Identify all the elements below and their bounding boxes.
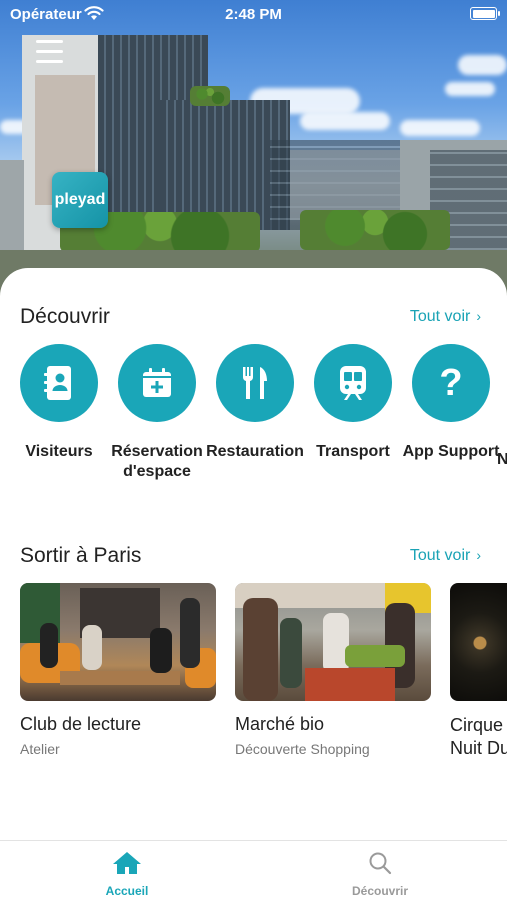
event-title: Marché bio [235,714,325,734]
category-restaurant[interactable]: Restauration [206,344,304,462]
discover-title: Découvrir [20,305,110,328]
event-subtitle: Découverte Shopping [235,741,370,757]
event-title: Cirque Nuit Du [450,715,507,758]
status-bar: Opérateur 2:48 PM [0,0,507,30]
event-subtitle: Atelier [20,741,60,757]
tab-discover[interactable]: Découvrir [320,851,440,898]
battery-icon [470,7,500,20]
category-space-booking[interactable]: Réservation d'espace [108,344,206,482]
event-photo [235,583,431,701]
event-card[interactable]: Club de lecture Atelier [20,583,216,757]
category-label: N [497,451,507,468]
category-transport[interactable]: Transport [304,344,402,462]
outings-see-all-link[interactable]: Tout voir › [410,547,481,565]
category-more[interactable]: N [497,344,507,470]
category-app-support[interactable]: ? App Support [402,344,500,462]
event-photo [450,583,507,701]
search-icon [320,851,440,880]
fork-knife-icon [216,344,294,422]
discover-see-all-link[interactable]: Tout voir › [410,308,481,326]
menu-icon[interactable] [36,40,63,64]
tab-label: Découvrir [351,884,409,898]
event-card[interactable]: Marché bio Découverte Shopping [235,583,431,757]
hero-image [0,0,507,300]
home-icon [67,851,187,880]
category-label: Réservation d'espace [111,443,203,480]
pleyad-logo: pleyad [52,172,108,228]
calendar-plus-icon [118,344,196,422]
outings-title: Sortir à Paris [20,544,142,567]
train-icon [314,344,392,422]
clock: 2:48 PM [225,6,282,23]
event-card[interactable]: Cirque Nuit Du [450,583,507,760]
contact-book-icon [20,344,98,422]
category-label: App Support [402,443,500,460]
event-photo [20,583,216,701]
tab-label: Accueil [105,884,149,898]
tab-bar: Accueil Découvrir [0,840,507,900]
category-label: Restauration [206,443,304,460]
event-title: Club de lecture [20,714,142,734]
tab-home[interactable]: Accueil [67,851,187,898]
chevron-right-icon: › [476,308,481,324]
category-label: Transport [316,443,390,460]
chevron-right-icon: › [476,547,481,563]
category-visitors[interactable]: Visiteurs [10,344,108,462]
content-card: Découvrir Tout voir › Visiteurs Réservati… [0,268,507,900]
category-label: Visiteurs [25,443,93,460]
question-mark-icon: ? [412,344,490,422]
